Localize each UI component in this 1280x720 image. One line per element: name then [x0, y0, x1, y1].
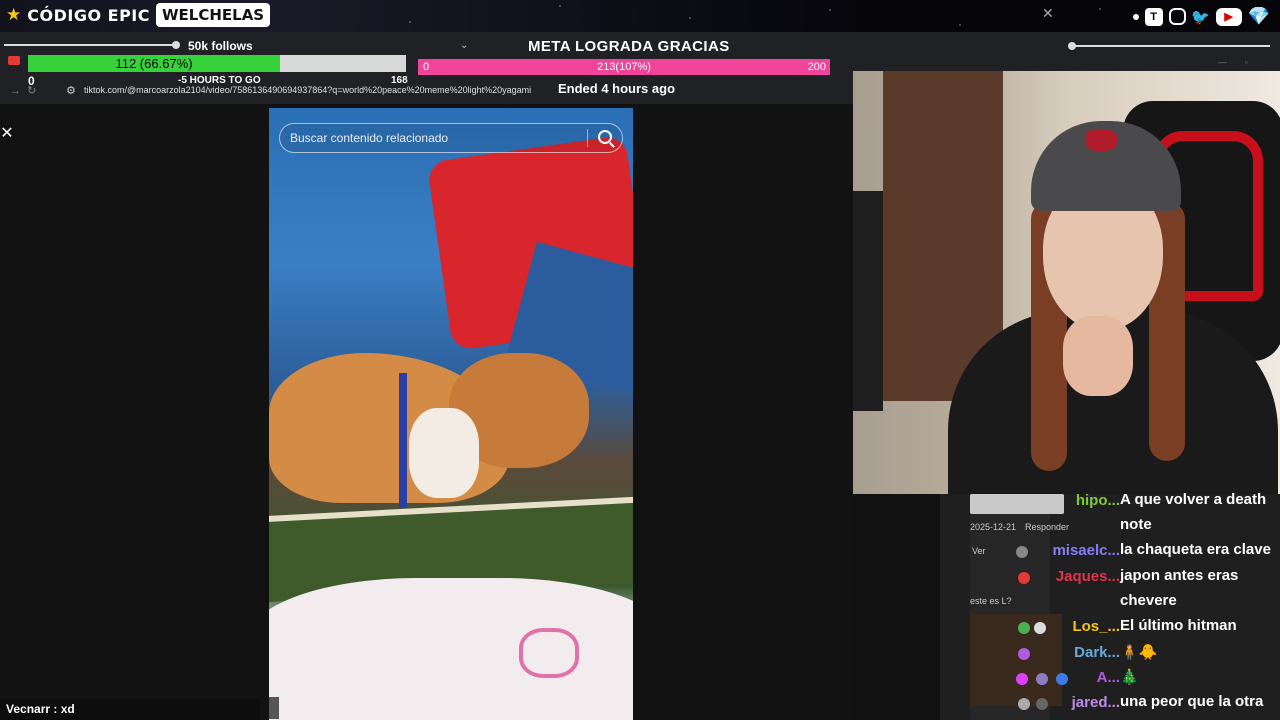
instagram-icon[interactable] — [1168, 8, 1186, 25]
chat-username[interactable]: A... — [1097, 669, 1120, 686]
address-bar[interactable]: tiktok.com/@marcoarzola2104/video/758613… — [84, 85, 554, 95]
video-pen — [399, 373, 407, 508]
badge-icon — [1018, 622, 1030, 634]
sub-progress-bar: 0 213(107%) 200 — [418, 59, 830, 75]
record-icon — [8, 56, 20, 65]
gem-icon: 💎 — [1247, 6, 1270, 26]
youtube-icon[interactable]: ▶ — [1215, 7, 1242, 26]
close-icon[interactable]: ✕ — [0, 124, 14, 144]
badge-icon — [1018, 572, 1030, 584]
follow-progress-bar: 112 (66.67%) — [28, 55, 406, 72]
sub-progress-label: 213(107%) — [597, 61, 651, 73]
video-cat-chest — [409, 408, 479, 498]
search-icon[interactable] — [598, 130, 612, 144]
chat-message: Dark... 🧍🐥 — [1010, 642, 1280, 666]
reload-icon[interactable]: → ↻ — [10, 84, 36, 97]
scrollbar[interactable] — [269, 697, 279, 719]
chat-message-text: A que volver a death — [1120, 491, 1267, 508]
badge-icon — [1018, 648, 1030, 660]
follows-goal-label: 50k follows — [188, 39, 253, 53]
chat-username[interactable]: jared... — [1072, 694, 1120, 711]
badge-icon — [1036, 698, 1048, 710]
dot-icon — [1132, 13, 1139, 20]
related-search-bar[interactable]: Buscar contenido relacionado — [279, 123, 623, 153]
chat-message: jared... una peor que la otra — [1010, 692, 1280, 716]
badge-icon — [1016, 673, 1028, 685]
brand-name: WELCHELAS — [155, 3, 271, 27]
chat-message-text: una peor que la otra — [1120, 693, 1264, 710]
chat-username[interactable]: hipo... — [1076, 492, 1120, 509]
badge-icon — [1018, 698, 1030, 710]
badge-icon — [1016, 546, 1028, 558]
chat-message-continued: chevere — [1120, 592, 1177, 609]
emote-icon: 🎄 — [1120, 669, 1139, 686]
badge-icon — [1034, 622, 1046, 634]
chat-message-text: japon antes eras — [1120, 567, 1239, 584]
twitter-icon[interactable]: 🐦 — [1191, 8, 1210, 26]
webcam-hand — [1063, 316, 1133, 396]
chat-message: misaelc... la chaqueta era clave — [1010, 540, 1280, 564]
meta-title: META LOGRADA GRACIAS — [528, 38, 730, 55]
badge-icon — [1056, 673, 1068, 685]
chat-message: Los_... El último hitman — [1010, 616, 1280, 640]
chevron-down-icon[interactable]: ⌄ — [460, 40, 468, 51]
sub-progress-max: 200 — [807, 61, 826, 73]
chat-message-text: la chaqueta era clave — [1120, 541, 1271, 558]
follow-goal-line — [4, 41, 180, 49]
goal-line-right — [1068, 42, 1270, 50]
search-input[interactable]: Buscar contenido relacionado — [290, 131, 448, 145]
brand: ★ CÓDIGO EPIC WELCHELAS — [6, 3, 271, 27]
webcam-feed — [853, 71, 1280, 494]
goal-ended-label: Ended 4 hours ago — [558, 81, 676, 96]
reply-link[interactable]: Responder — [1025, 522, 1069, 532]
social-links: T 🐦 ▶ 💎 — [1132, 6, 1270, 27]
chat-username[interactable]: Jaques... — [1056, 568, 1120, 585]
follow-progress-label: 112 (66.67%) — [115, 56, 193, 71]
sparkle-icon: ✕ — [1042, 5, 1054, 21]
chat-message: Jaques... japon antes eras — [1010, 566, 1280, 590]
emote-icon: 🧍🐥 — [1120, 644, 1158, 661]
chat-message-text: El último hitman — [1120, 617, 1237, 634]
view-replies-link[interactable]: Ver — [972, 546, 986, 556]
star-icon: ★ — [6, 5, 22, 24]
chat-overlay-left: Vecnarr : xd — [0, 699, 260, 720]
webcam-cap-logo — [1085, 129, 1117, 151]
stream-banner: ★ CÓDIGO EPIC WELCHELAS ✕ T 🐦 ▶ 💎 — [0, 0, 1280, 32]
chat-message: hipo... A que volver a death — [1010, 490, 1280, 514]
webcam-shelf — [853, 191, 883, 411]
search-divider — [587, 129, 588, 147]
brand-code: CÓDIGO EPIC — [27, 5, 150, 25]
chat-message-continued: note — [1120, 516, 1152, 533]
chat-username[interactable]: misaelc... — [1052, 542, 1120, 559]
chat-username[interactable]: Los_... — [1072, 618, 1120, 635]
window-controls[interactable]: — ▫ — [1218, 57, 1248, 67]
badge-icon — [1036, 673, 1048, 685]
chat-username[interactable]: Dark... — [1074, 644, 1120, 661]
comment-date: 2025-12-21 — [970, 522, 1017, 532]
twitch-icon[interactable]: T — [1144, 7, 1163, 26]
video-pink-pattern — [519, 628, 579, 678]
tiktok-video[interactable]: Buscar contenido relacionado — [269, 108, 633, 720]
chat-message: A... 🎄 — [1010, 667, 1280, 691]
site-settings-icon[interactable]: ⚙ — [66, 84, 76, 97]
comment-text: este es L? — [970, 596, 1012, 606]
